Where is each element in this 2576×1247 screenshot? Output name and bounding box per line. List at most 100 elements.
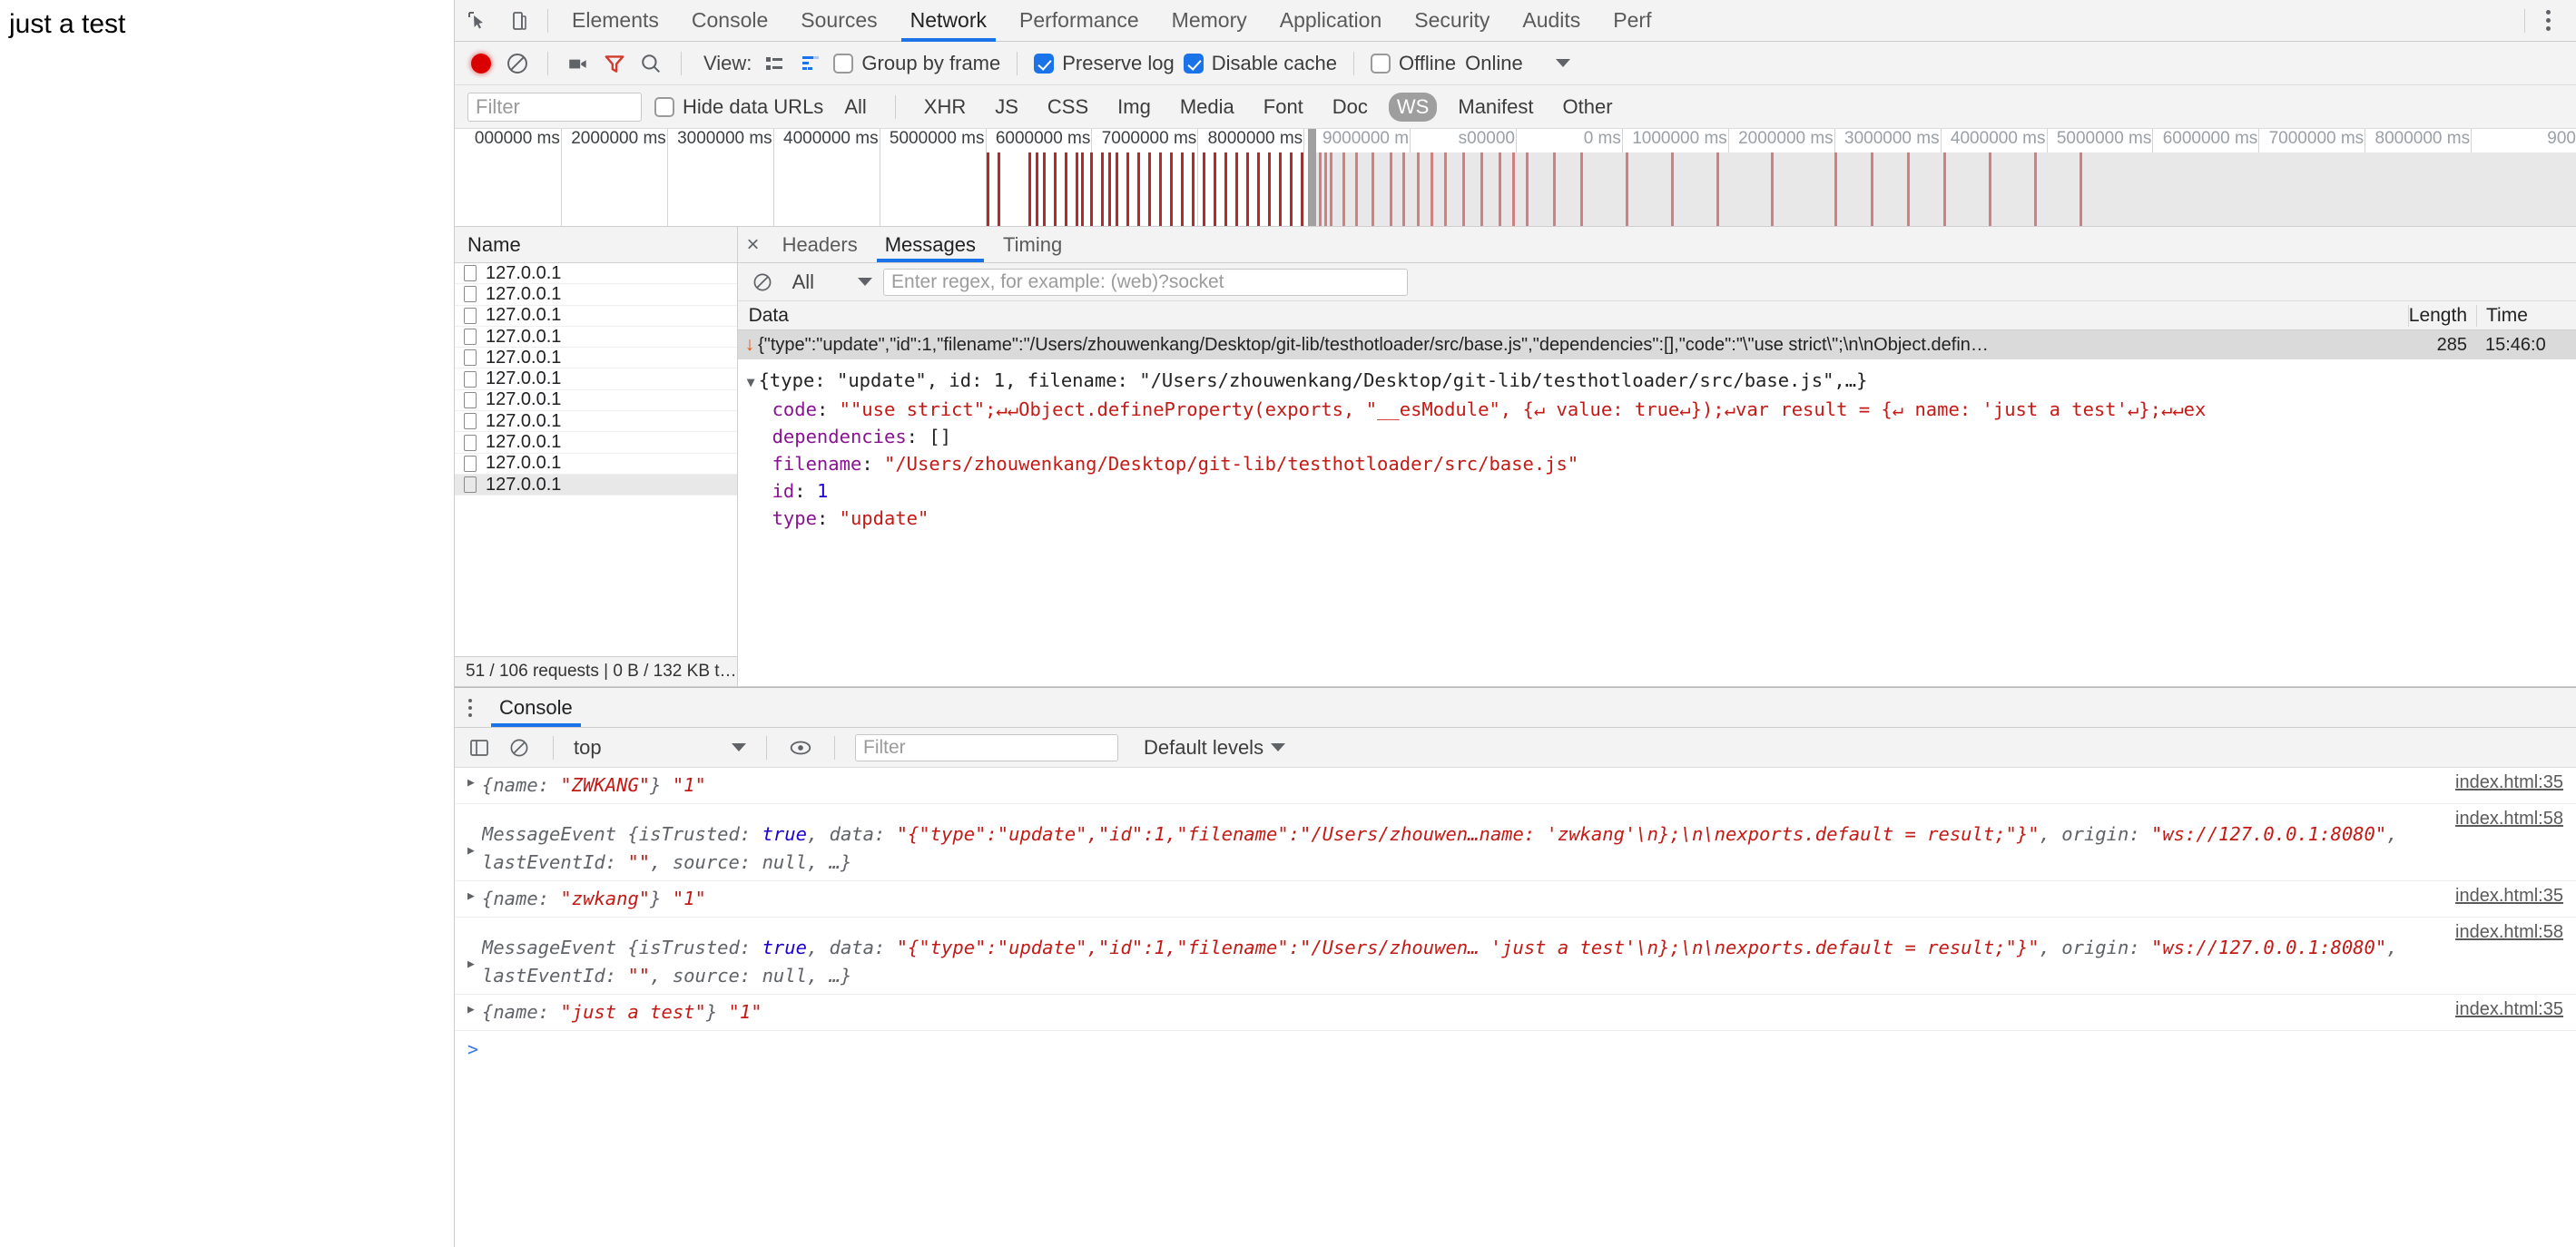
tab-elements[interactable]: Elements [556,0,675,42]
console-disclosure-icon[interactable]: ▶ [467,820,482,858]
object-tree-property[interactable]: filename: "/Users/zhouwenkang/Desktop/gi… [747,450,2576,477]
offline-checkbox[interactable]: Offline [1370,52,1456,75]
more-vert-icon[interactable] [2532,5,2563,36]
chevron-down-icon[interactable] [1555,59,1570,67]
request-list-row[interactable]: 127.0.0.1 [455,348,737,369]
filter-input[interactable]: Filter [467,92,642,122]
device-toolbar-icon[interactable] [506,7,533,34]
tab-memory[interactable]: Memory [1155,0,1263,42]
request-list-row[interactable]: 127.0.0.1 [455,453,737,475]
request-list-column-header[interactable]: Name [455,227,737,263]
live-expression-icon[interactable] [787,734,814,761]
request-list-row[interactable]: 127.0.0.1 [455,432,737,454]
object-tree-property[interactable]: id: 1 [747,477,2576,505]
tree-disclosure-icon[interactable]: ▼ [747,368,755,396]
clear-button[interactable] [504,50,531,77]
camera-icon[interactable] [565,50,592,77]
console-context-select[interactable]: top [574,734,746,761]
drawer-tab-console[interactable]: Console [486,688,586,727]
detail-tab-timing[interactable]: Timing [989,227,1076,262]
overview-selection-handle[interactable] [1308,129,1316,226]
detail-tab-messages[interactable]: Messages [871,227,989,262]
console-message-row[interactable]: ▶ {name: "zwkang"} "1" index.html:35 [455,881,2576,918]
console-source-link[interactable]: index.html:58 [2455,809,2563,830]
filter-type-manifest[interactable]: Manifest [1450,93,1541,122]
preserve-log-checkbox[interactable]: Preserve log [1034,52,1175,75]
hide-data-urls-checkbox[interactable]: Hide data URLs [654,95,823,119]
col-length[interactable]: Length [2407,304,2476,327]
message-object-tree[interactable]: ▼ {type: "update", id: 1, filename: "/Use… [738,359,2576,686]
console-disclosure-icon[interactable]: ▶ [467,885,482,903]
group-by-frame-checkbox[interactable]: Group by frame [833,52,1000,75]
console-source-link[interactable]: index.html:35 [2455,772,2563,793]
filter-type-all[interactable]: All [836,93,874,122]
object-tree-summary[interactable]: ▼ {type: "update", id: 1, filename: "/Use… [747,367,2576,396]
detail-tab-headers[interactable]: Headers [769,227,871,262]
tab-application[interactable]: Application [1263,0,1399,42]
console-source-link[interactable]: index.html:58 [2455,922,2563,943]
filter-icon[interactable] [601,50,628,77]
console-messages[interactable]: ▶ {name: "ZWKANG"} "1" index.html:35 ▶ Messa… [455,768,2576,1247]
clear-console-icon[interactable] [506,734,533,761]
filter-type-js[interactable]: JS [987,93,1027,122]
tab-sources[interactable]: Sources [784,0,893,42]
console-sidebar-icon[interactable] [466,734,493,761]
col-time[interactable]: Time [2476,304,2576,327]
tab-network[interactable]: Network [894,0,1003,42]
request-list-row[interactable]: 127.0.0.1 [455,411,737,433]
overview-graph[interactable] [455,152,2576,226]
close-icon[interactable]: × [738,227,769,262]
clear-messages-icon[interactable] [749,269,776,296]
tab-perf[interactable]: Perf [1597,0,1667,42]
console-filter-input[interactable]: Filter [855,733,1118,761]
request-list-row[interactable]: 127.0.0.1 [455,284,737,306]
request-list-row[interactable]: 127.0.0.1 [455,263,737,285]
messages-filter-chevron-down-icon[interactable] [858,278,873,286]
object-tree-property[interactable]: type: "update" [747,505,2576,532]
console-prompt[interactable]: > [455,1031,2576,1060]
tab-security[interactable]: Security [1398,0,1506,42]
drawer-more-vert-icon[interactable] [455,688,486,727]
network-overview[interactable]: 000000 ms 2000000 ms 3000000 ms 4000000 ms 5… [455,129,2576,227]
request-list-body[interactable]: 127.0.0.1 127.0.0.1 127.0.0.1 127.0.0.1 127.… [455,263,737,656]
list-view-icon[interactable] [761,50,788,77]
console-message-row[interactable]: ▶ {name: "ZWKANG"} "1" index.html:35 [455,768,2576,804]
tab-performance[interactable]: Performance [1003,0,1155,42]
messages-regex-input[interactable]: Enter regex, for example: (web)?socket [883,268,1409,296]
message-row-selected[interactable]: ↓ {"type":"update","id":1,"filename":"/U… [737,330,2576,359]
console-disclosure-icon[interactable]: ▶ [467,934,482,971]
console-disclosure-icon[interactable]: ▶ [467,771,482,790]
filter-type-xhr[interactable]: XHR [916,93,974,122]
inspect-element-icon[interactable] [464,7,491,34]
console-message-row[interactable]: ▶ {name: "just a test"} "1" index.html:35 [455,995,2576,1031]
request-list-row[interactable]: 127.0.0.1 [455,327,737,349]
request-list-row[interactable]: 127.0.0.1 [455,368,737,390]
filter-type-css[interactable]: CSS [1039,93,1096,122]
console-message-row[interactable]: ▶ MessageEvent {isTrusted: true, data: "{… [455,918,2576,995]
request-list-row[interactable]: 127.0.0.1 [455,389,737,412]
disable-cache-checkbox[interactable]: Disable cache [1183,52,1337,75]
console-source-link[interactable]: index.html:35 [2455,999,2563,1020]
request-list-row[interactable]: 127.0.0.1 [455,475,737,496]
object-tree-property[interactable]: dependencies: [] [747,423,2576,450]
tab-audits[interactable]: Audits [1506,0,1597,42]
filter-type-font[interactable]: Font [1255,93,1312,122]
filter-type-media[interactable]: Media [1172,93,1243,122]
filter-type-other[interactable]: Other [1555,93,1621,122]
waterfall-view-icon[interactable] [797,50,824,77]
request-list-row[interactable]: 127.0.0.1 [455,305,737,327]
record-button[interactable] [467,50,495,77]
filter-type-img[interactable]: Img [1109,93,1159,122]
filter-type-doc[interactable]: Doc [1324,93,1376,122]
throttling-select[interactable]: Online [1465,52,1523,75]
messages-filter-select[interactable]: All [792,270,814,294]
col-data[interactable]: Data [738,305,2408,327]
tab-console[interactable]: Console [675,0,784,42]
search-icon[interactable] [637,50,664,77]
console-levels-select[interactable]: Default levels [1144,736,1286,760]
filter-type-ws[interactable]: WS [1388,92,1438,122]
console-message-row[interactable]: ▶ MessageEvent {isTrusted: true, data: "{… [455,804,2576,881]
console-source-link[interactable]: index.html:35 [2455,886,2563,907]
console-disclosure-icon[interactable]: ▶ [467,998,482,1016]
object-tree-property[interactable]: code: ""use strict";↵↵Object.definePrope… [747,396,2576,423]
